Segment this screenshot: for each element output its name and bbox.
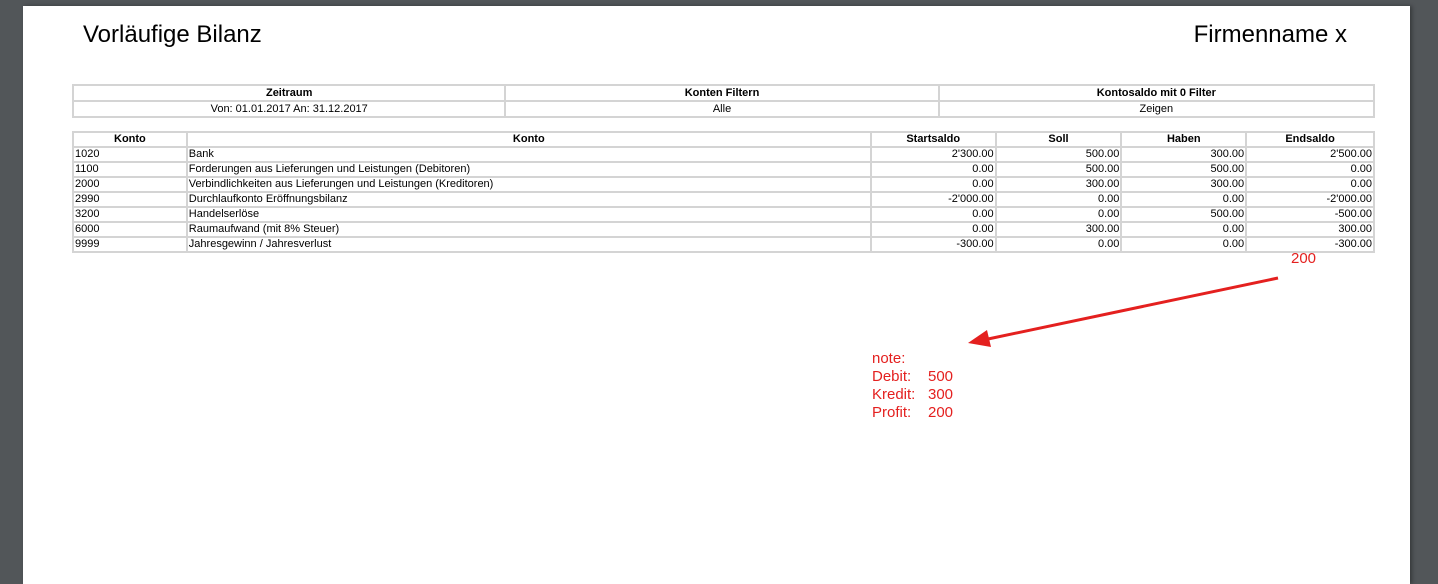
document-page: Vorläufige Bilanz Firmenname x Zeitraum … bbox=[23, 6, 1410, 584]
note-value: 300 bbox=[928, 386, 954, 403]
note-line-credit: Kredit: 300 bbox=[872, 386, 953, 404]
note-value: 500 bbox=[928, 368, 954, 385]
note-line-debit: Debit: 500 bbox=[872, 368, 953, 386]
annotation-note: note: Debit: 500 Kredit: 300 Profit: 200 bbox=[872, 350, 953, 422]
note-title: note: bbox=[872, 350, 906, 367]
note-label: Debit: bbox=[872, 368, 912, 385]
note-value: 200 bbox=[928, 404, 954, 421]
note-label: Kredit: bbox=[872, 386, 916, 403]
note-label: Profit: bbox=[872, 404, 912, 421]
note-line-profit: Profit: 200 bbox=[872, 404, 953, 422]
annotation-arrow-icon bbox=[968, 276, 1279, 347]
